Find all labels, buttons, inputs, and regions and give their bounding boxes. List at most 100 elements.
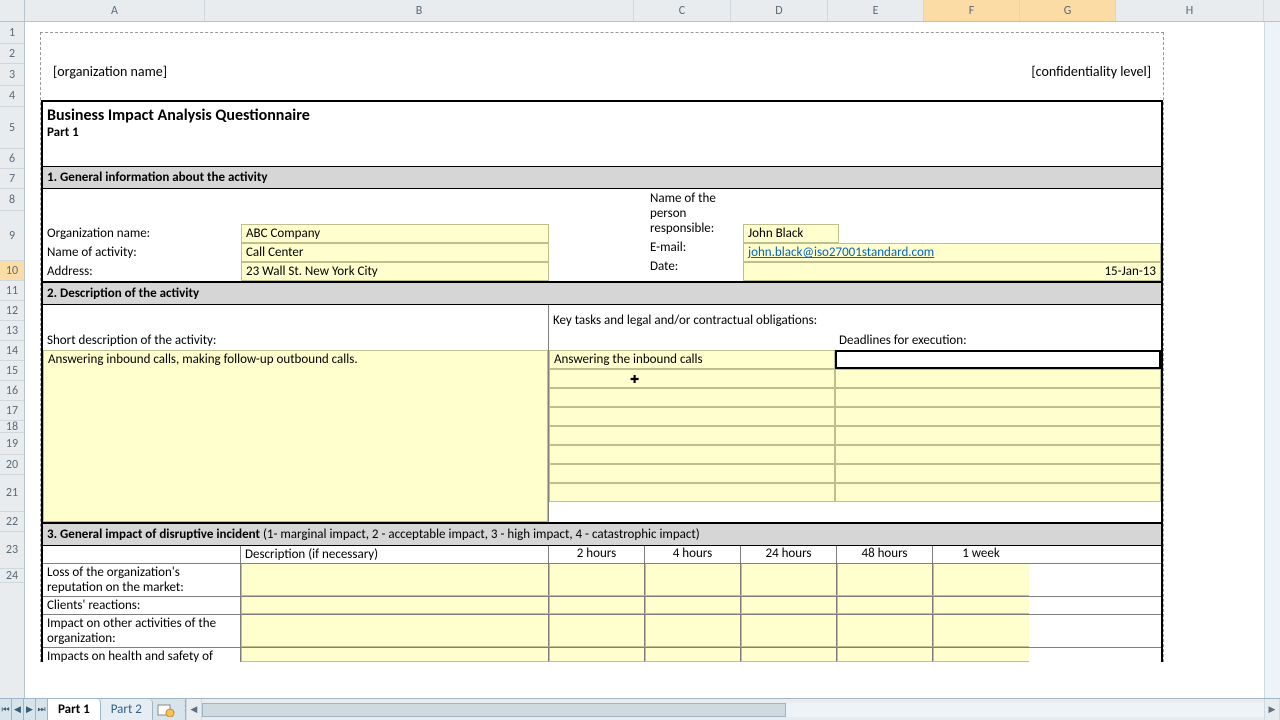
row-headers: 123456789101112131415161718192021222324 [0, 22, 25, 698]
input-task-7[interactable] [549, 464, 835, 483]
page-header-conf: [confidentiality level] [1031, 63, 1151, 80]
row-header-8[interactable]: 8 [0, 189, 24, 211]
section1-heading: 1. General information about the activit… [43, 166, 1161, 189]
section2-heading: 2. Description of the activity [43, 282, 1161, 305]
label-email: E-mail: [646, 238, 743, 257]
input-address[interactable]: 23 Wall St. New York City [241, 262, 549, 281]
col-1w: 1 week [933, 546, 1029, 563]
input-deadline-2[interactable] [835, 369, 1161, 388]
input-shortdesc[interactable]: Answering inbound calls, making follow-u… [43, 350, 548, 522]
row-header-15[interactable]: 15 [0, 361, 24, 381]
label-shortdesc: Short description of the activity: [43, 305, 548, 350]
col-header-F[interactable]: F [924, 0, 1020, 21]
label-address: Address: [43, 262, 241, 281]
row-header-24[interactable]: 24 [0, 569, 24, 583]
tab-part2[interactable]: Part 2 [101, 699, 153, 720]
impact-row-1: Loss of the organization's reputation on… [43, 564, 241, 596]
row-header-13[interactable]: 13 [0, 321, 24, 341]
input-responsible[interactable]: John Black [743, 224, 839, 243]
tab-part1[interactable]: Part 1 [48, 699, 101, 720]
column-headers: ABCDEFGH [0, 0, 1280, 22]
input-task-3[interactable] [549, 388, 835, 407]
sheet-footer: ⏮ ◀ ▶ ⏭ Part 1 Part 2 ⋮ ◀ ▶ [0, 698, 1280, 720]
col-header-D[interactable]: D [731, 0, 828, 21]
row-header-18[interactable]: 18 [0, 421, 24, 433]
input-task-4[interactable] [549, 407, 835, 426]
input-org[interactable]: ABC Company [241, 224, 549, 243]
row-header-20[interactable]: 20 [0, 455, 24, 475]
row-header-11[interactable]: 11 [0, 281, 24, 301]
impact-table: Description (if necessary) 2 hours 4 hou… [43, 546, 1161, 662]
row-header-3[interactable]: 3 [0, 64, 24, 86]
col-48h: 48 hours [837, 546, 933, 563]
col-2h: 2 hours [549, 546, 645, 563]
input-deadline-3[interactable] [835, 388, 1161, 407]
row-header-5[interactable]: 5 [0, 107, 24, 149]
page-header-org: [organization name] [53, 63, 167, 80]
label-date: Date: [646, 257, 743, 276]
horizontal-scrollbar[interactable]: ◀ ▶ [185, 699, 1280, 720]
row-header-17[interactable]: 17 [0, 401, 24, 421]
col-header-C[interactable]: C [634, 0, 731, 21]
input-deadline-6[interactable] [835, 445, 1161, 464]
section3-heading: 3. General impact of disruptive incident… [43, 523, 1161, 546]
row-header-16[interactable]: 16 [0, 381, 24, 401]
nav-last-icon[interactable]: ⏭ [36, 699, 48, 720]
row-header-10[interactable]: 10 [0, 261, 24, 281]
label-activity: Name of activity: [43, 243, 241, 262]
input-deadline-5[interactable] [835, 426, 1161, 445]
select-all-corner[interactable] [0, 0, 25, 21]
row-header-2[interactable]: 2 [0, 44, 24, 64]
input-deadline-8[interactable] [835, 483, 1161, 502]
input-activity[interactable]: Call Center [241, 243, 549, 262]
col-header-G[interactable]: G [1020, 0, 1116, 21]
hscroll-right-icon[interactable]: ▶ [1264, 699, 1280, 720]
doc-subtitle: Part 1 [43, 125, 1161, 146]
vertical-scrollbar-area[interactable] [1264, 22, 1280, 698]
row-header-6[interactable]: 6 [0, 149, 24, 169]
hscroll-thumb[interactable] [202, 703, 786, 717]
label-responsible: Name of the person responsible: [646, 189, 743, 238]
input-task-1[interactable]: Answering the inbound calls [549, 350, 835, 369]
input-date[interactable]: 15-Jan-13 [743, 262, 1161, 281]
row-header-19[interactable]: 19 [0, 433, 24, 455]
nav-prev-icon[interactable]: ◀ [12, 699, 24, 720]
row-header-14[interactable]: 14 [0, 341, 24, 361]
col-description: Description (if necessary) [241, 546, 549, 563]
new-sheet-icon[interactable] [153, 699, 179, 720]
impact-row-3: Impact on other activities of the organi… [43, 615, 241, 647]
input-deadline-4[interactable] [835, 407, 1161, 426]
label-org: Organization name: [43, 224, 241, 243]
input-task-6[interactable] [549, 445, 835, 464]
input-deadline-1[interactable] [835, 350, 1161, 369]
row-header-1[interactable]: 1 [0, 22, 24, 44]
worksheet-grid[interactable]: [organization name] [confidentiality lev… [25, 22, 1264, 698]
nav-first-icon[interactable]: ⏮ [0, 699, 12, 720]
row-header-21[interactable]: 21 [0, 475, 24, 512]
row-header-9[interactable]: 9 [0, 211, 24, 261]
impact-row-4: Impacts on health and safety of [43, 648, 241, 662]
col-4h: 4 hours [645, 546, 741, 563]
label-deadlines: Deadlines for execution: [835, 305, 1161, 350]
label-keytasks: Key tasks and legal and/or contractual o… [549, 305, 835, 350]
row-header-4[interactable]: 4 [0, 86, 24, 107]
col-header-E[interactable]: E [828, 0, 924, 21]
col-24h: 24 hours [741, 546, 837, 563]
input-deadline-7[interactable] [835, 464, 1161, 483]
hscroll-left-icon[interactable]: ◀ [186, 699, 202, 720]
input-task-5[interactable] [549, 426, 835, 445]
col-header-H[interactable]: H [1116, 0, 1264, 21]
input-task-2[interactable] [549, 369, 835, 388]
row-header-22[interactable]: 22 [0, 512, 24, 532]
row-header-7[interactable]: 7 [0, 169, 24, 189]
col-header-B[interactable]: B [205, 0, 634, 21]
row-header-12[interactable]: 12 [0, 301, 24, 321]
impact-row-2: Clients' reactions: [43, 597, 241, 614]
input-email[interactable]: john.black@iso27001standard.com [743, 243, 1161, 262]
input-task-8[interactable] [549, 483, 835, 502]
page-area: [organization name] [confidentiality lev… [40, 32, 1164, 662]
row-header-23[interactable]: 23 [0, 532, 24, 569]
col-header-A[interactable]: A [25, 0, 205, 21]
nav-next-icon[interactable]: ▶ [24, 699, 36, 720]
doc-title: Business Impact Analysis Questionnaire [43, 102, 1161, 125]
